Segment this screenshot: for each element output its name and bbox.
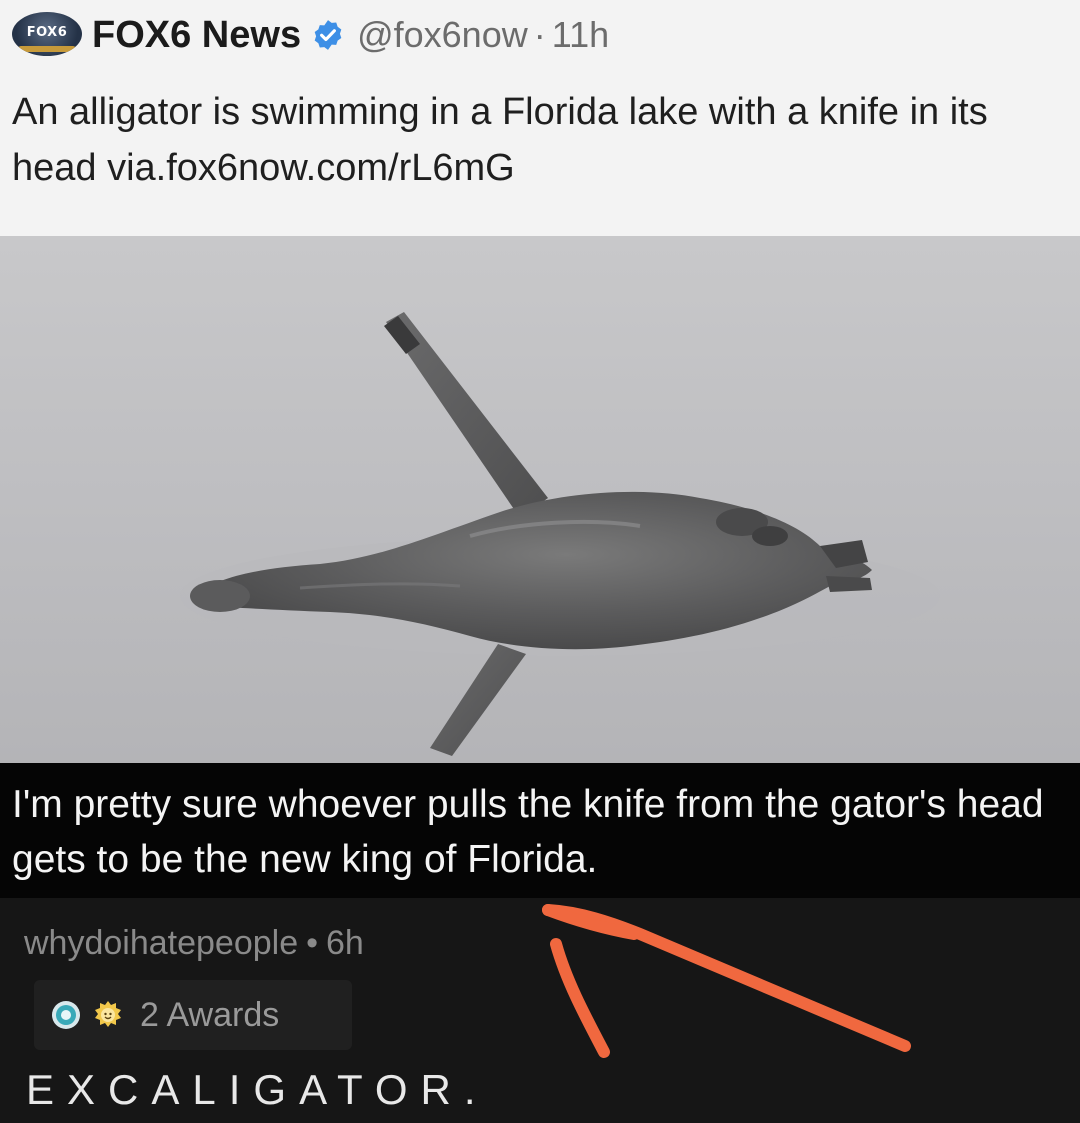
avatar-logo-text: FOX6	[26, 25, 68, 40]
caption-banner: I'm pretty sure whoever pulls the knife …	[0, 763, 1080, 898]
verified-badge-icon	[314, 20, 342, 50]
knife-blade	[430, 644, 526, 756]
awards-badge[interactable]: 2 Awards	[34, 980, 352, 1050]
avatar-logo-band	[18, 46, 76, 52]
comment-text: EXCALIGATOR.	[26, 1066, 489, 1113]
alligator-photo[interactable]	[0, 236, 1080, 763]
meme-screenshot: FOX6 FOX6 News @fox6now · 11h An alligat…	[0, 0, 1080, 1123]
reddit-comment: whydoihatepeople • 6h 2 Awards EXCALIGATOR…	[0, 898, 1080, 1123]
comment-username[interactable]: whydoihatepeople	[24, 924, 298, 962]
tweet-text: An alligator is swimming in a Florida la…	[12, 91, 988, 189]
fox6-avatar[interactable]: FOX6	[12, 12, 82, 56]
awards-count: 2 Awards	[140, 995, 280, 1034]
caption-text: I'm pretty sure whoever pulls the knife …	[12, 783, 1044, 881]
helpful-award-icon	[52, 1001, 80, 1029]
comment-meta: whydoihatepeople • 6h	[24, 924, 364, 963]
account-handle[interactable]: @fox6now	[357, 14, 528, 56]
meta-separator: •	[306, 924, 319, 962]
tweet-timestamp[interactable]: 11h	[552, 14, 609, 56]
alligator-illustration	[180, 312, 940, 756]
account-name[interactable]: FOX6 News	[92, 14, 301, 57]
comment-timestamp: 6h	[326, 924, 364, 962]
tweet-card: FOX6 FOX6 News @fox6now · 11h An alligat…	[0, 0, 1080, 236]
handle-separator: ·	[533, 14, 546, 55]
wholesome-award-icon	[95, 1001, 121, 1027]
tweet-header: FOX6 News @fox6now · 11h	[92, 12, 609, 58]
